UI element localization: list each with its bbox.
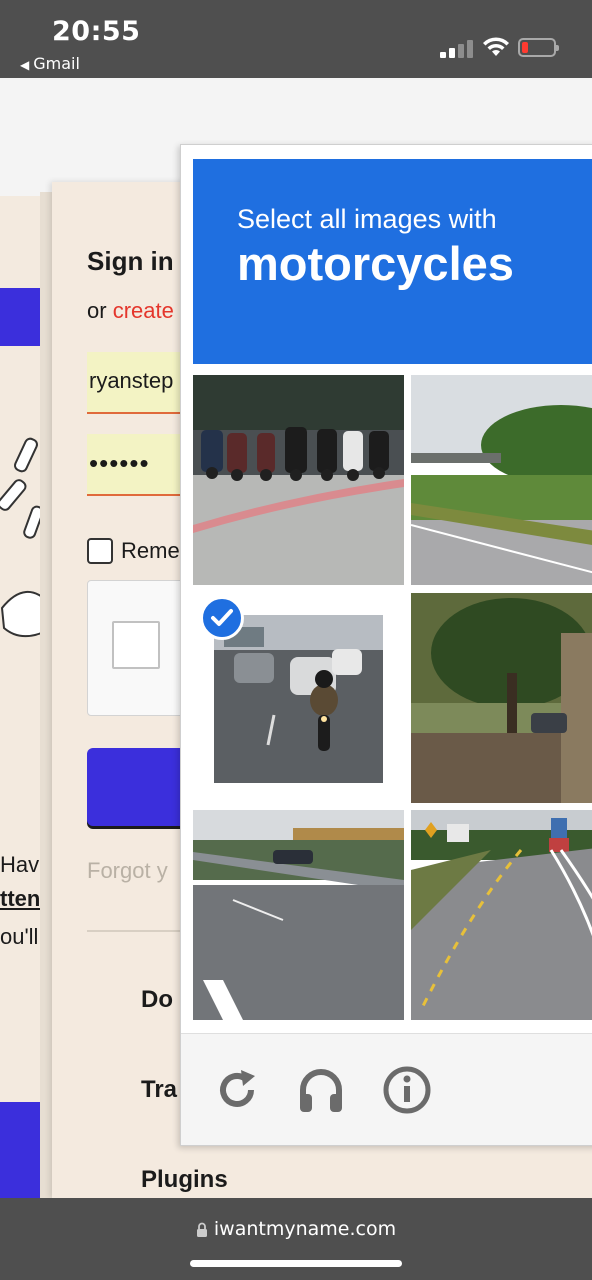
captcha-tile-2[interactable] bbox=[411, 375, 592, 585]
captcha-header: Select all images with motorcycles bbox=[193, 159, 592, 364]
captcha-tile-4[interactable] bbox=[411, 593, 592, 803]
reload-icon[interactable] bbox=[211, 1064, 263, 1116]
status-bar: 20:55 ◀ Gmail bbox=[0, 0, 592, 78]
remember-me[interactable]: Reme bbox=[87, 538, 180, 564]
captcha-instruction: Select all images with bbox=[237, 204, 497, 234]
forgot-password-link[interactable]: Forgot y bbox=[87, 858, 168, 884]
browser-url-bar[interactable]: iwantmyname.com bbox=[0, 1198, 592, 1280]
back-app-label: Gmail bbox=[33, 54, 80, 73]
create-account-link[interactable]: create bbox=[113, 298, 174, 323]
captcha-target-object: motorcycles bbox=[237, 237, 514, 290]
signup-prompt: or create bbox=[87, 298, 174, 324]
recaptcha-checkbox[interactable] bbox=[112, 621, 160, 669]
remember-checkbox[interactable] bbox=[87, 538, 113, 564]
url-display[interactable]: iwantmyname.com bbox=[0, 1218, 592, 1240]
home-indicator[interactable] bbox=[190, 1260, 402, 1267]
captcha-footer bbox=[181, 1033, 592, 1145]
headphones-icon[interactable] bbox=[295, 1064, 347, 1116]
footer-menu-plugins[interactable]: Plugins bbox=[141, 1166, 228, 1194]
signin-heading: Sign in bbox=[87, 246, 174, 276]
captcha-tile-6[interactable] bbox=[411, 810, 592, 1020]
captcha-tile-1[interactable] bbox=[193, 375, 404, 585]
battery-icon bbox=[518, 38, 559, 57]
or-text: or bbox=[87, 298, 113, 323]
cellular-signal-icon bbox=[440, 38, 476, 58]
footer-menu-item[interactable]: Do bbox=[141, 986, 173, 1014]
lock-icon bbox=[196, 1222, 207, 1237]
wifi-icon bbox=[483, 37, 509, 56]
info-icon[interactable] bbox=[381, 1064, 433, 1116]
captcha-tile-5[interactable] bbox=[193, 810, 404, 1020]
remember-label: Reme bbox=[121, 538, 180, 563]
back-arrow-icon: ◀ bbox=[20, 58, 30, 72]
footer-menu-item[interactable]: Tra bbox=[141, 1076, 177, 1104]
captcha-challenge-panel: Select all images with motorcycles bbox=[180, 144, 592, 1146]
status-time: 20:55 bbox=[52, 16, 141, 47]
left-partial-text: ou'll bbox=[0, 924, 39, 949]
url-text: iwantmyname.com bbox=[213, 1218, 397, 1240]
selected-check-icon bbox=[200, 596, 244, 640]
back-to-app-link[interactable]: ◀ Gmail bbox=[20, 54, 80, 73]
